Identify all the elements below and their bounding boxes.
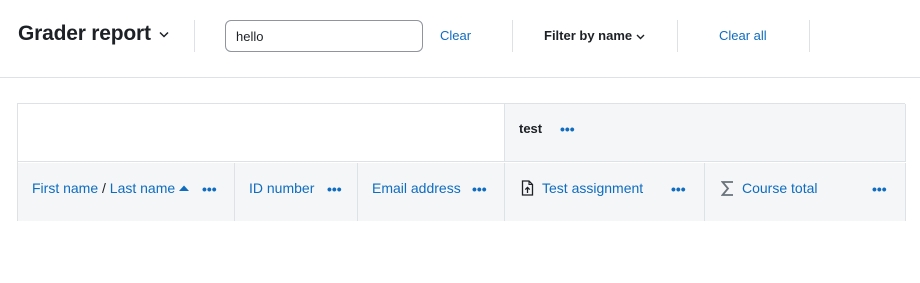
email-address-header[interactable]: Email address bbox=[372, 180, 461, 196]
email-menu-button[interactable]: ••• bbox=[472, 182, 487, 196]
test-assignment-menu-button[interactable]: ••• bbox=[671, 182, 686, 196]
clear-all-link[interactable]: Clear all bbox=[719, 28, 767, 43]
name-separator: / bbox=[102, 180, 106, 196]
column-header-email: Email address ••• bbox=[358, 163, 505, 221]
chevron-down-icon bbox=[159, 25, 169, 43]
id-number-menu-button[interactable]: ••• bbox=[327, 182, 342, 196]
divider bbox=[512, 20, 513, 52]
category-header-empty bbox=[18, 104, 505, 162]
column-header-test-assignment: Test assignment ••• bbox=[505, 163, 705, 221]
filter-by-name-label: Filter by name bbox=[544, 28, 633, 43]
test-assignment-link[interactable]: Test assignment bbox=[542, 180, 643, 196]
course-total-menu-button[interactable]: ••• bbox=[872, 182, 887, 196]
name-column-menu-button[interactable]: ••• bbox=[202, 182, 217, 196]
category-label: test bbox=[519, 121, 543, 136]
divider bbox=[194, 20, 195, 52]
sort-first-name-link[interactable]: First name bbox=[32, 180, 98, 196]
assignment-upload-icon bbox=[521, 180, 534, 201]
sigma-icon bbox=[720, 181, 734, 201]
filter-by-name-dropdown[interactable]: Filter by name bbox=[544, 28, 645, 43]
divider bbox=[809, 20, 810, 52]
page-title: Grader report bbox=[18, 22, 151, 45]
column-header-name: First name / Last name ••• bbox=[18, 163, 235, 221]
sort-ascending-icon[interactable] bbox=[178, 179, 190, 197]
id-number-header[interactable]: ID number bbox=[249, 180, 314, 196]
name-sort-links: First name / Last name bbox=[32, 180, 175, 196]
chevron-down-icon bbox=[636, 28, 645, 43]
column-header-course-total: Course total ••• bbox=[705, 163, 906, 221]
category-header-test: test ••• bbox=[505, 104, 906, 162]
search-input[interactable] bbox=[225, 20, 423, 52]
grader-toolbar: Grader report Clear Filter by name Clear… bbox=[0, 0, 920, 78]
report-selector[interactable]: Grader report bbox=[18, 22, 169, 46]
clear-search-link[interactable]: Clear bbox=[440, 28, 471, 43]
column-header-id-number: ID number ••• bbox=[235, 163, 358, 221]
grader-table: test ••• First name / Last name ••• ID n… bbox=[17, 103, 906, 221]
category-menu-button[interactable]: ••• bbox=[560, 122, 575, 136]
divider bbox=[677, 20, 678, 52]
course-total-header[interactable]: Course total bbox=[742, 180, 817, 196]
sort-last-name-link[interactable]: Last name bbox=[110, 180, 175, 196]
